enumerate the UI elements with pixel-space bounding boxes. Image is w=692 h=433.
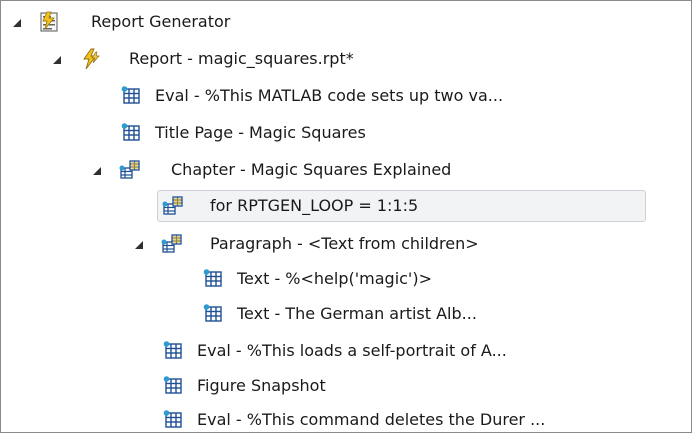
table-grid-icon bbox=[203, 269, 222, 287]
expanded-triangle-icon[interactable] bbox=[11, 17, 23, 29]
tree-node-label: for RPTGEN_LOOP = 1:1:5 bbox=[210, 196, 419, 215]
tree-node-report-generator[interactable]: Report Generator bbox=[11, 7, 631, 37]
table-grid-icon bbox=[121, 86, 140, 104]
report-generator-icon bbox=[40, 11, 58, 32]
tree-node-eval-delete[interactable]: Eval - %This command deletes the Durer .… bbox=[163, 405, 653, 433]
tree-node-label: Figure Snapshot bbox=[197, 376, 326, 395]
table-grid-icon bbox=[163, 410, 182, 428]
tree-node-text-german[interactable]: Text - The German artist Alb... bbox=[203, 299, 643, 329]
tree-node-label: Eval - %This loads a self-portrait of A.… bbox=[197, 341, 507, 360]
lightning-icon bbox=[83, 48, 100, 70]
table-grid-icon bbox=[203, 304, 222, 322]
tree-node-eval-setup[interactable]: Eval - %This MATLAB code sets up two va.… bbox=[121, 81, 641, 111]
expanded-triangle-icon[interactable] bbox=[91, 165, 103, 177]
tree-node-report[interactable]: Report - magic_squares.rpt* bbox=[51, 44, 611, 74]
table-grid-icon bbox=[163, 341, 182, 359]
tree-node-eval-portrait[interactable]: Eval - %This loads a self-portrait of A.… bbox=[163, 336, 653, 366]
tree-node-label: Eval - %This MATLAB code sets up two va.… bbox=[155, 86, 504, 105]
component-group-icon bbox=[162, 196, 183, 215]
expanded-triangle-icon[interactable] bbox=[133, 239, 145, 251]
tree-node-label: Report Generator bbox=[91, 12, 231, 31]
tree-node-chapter[interactable]: Chapter - Magic Squares Explained bbox=[91, 155, 641, 185]
table-grid-icon bbox=[163, 376, 182, 394]
component-group-icon bbox=[119, 160, 140, 179]
tree-node-label: Report - magic_squares.rpt* bbox=[129, 49, 354, 68]
component-group-icon bbox=[161, 234, 182, 253]
tree-node-paragraph[interactable]: Paragraph - <Text from children> bbox=[133, 229, 653, 259]
tree-node-figure-snapshot[interactable]: Figure Snapshot bbox=[163, 371, 653, 401]
tree-node-label: Eval - %This command deletes the Durer .… bbox=[197, 410, 546, 429]
tree-node-label: Chapter - Magic Squares Explained bbox=[171, 160, 452, 179]
tree-node-label: Text - %<help('magic')> bbox=[237, 269, 432, 288]
tree-node-text-help[interactable]: Text - %<help('magic')> bbox=[203, 264, 643, 294]
table-grid-icon bbox=[121, 123, 140, 141]
tree-node-label: Text - The German artist Alb... bbox=[237, 304, 477, 323]
tree-node-for-loop[interactable]: for RPTGEN_LOOP = 1:1:5 bbox=[157, 190, 646, 222]
tree-node-label: Paragraph - <Text from children> bbox=[210, 234, 479, 253]
expanded-triangle-icon[interactable] bbox=[51, 54, 63, 66]
tree-node-label: Title Page - Magic Squares bbox=[155, 123, 366, 142]
tree-node-title-page[interactable]: Title Page - Magic Squares bbox=[121, 118, 641, 148]
report-explorer-tree: Report Generator Report - magic_squares.… bbox=[0, 0, 692, 433]
